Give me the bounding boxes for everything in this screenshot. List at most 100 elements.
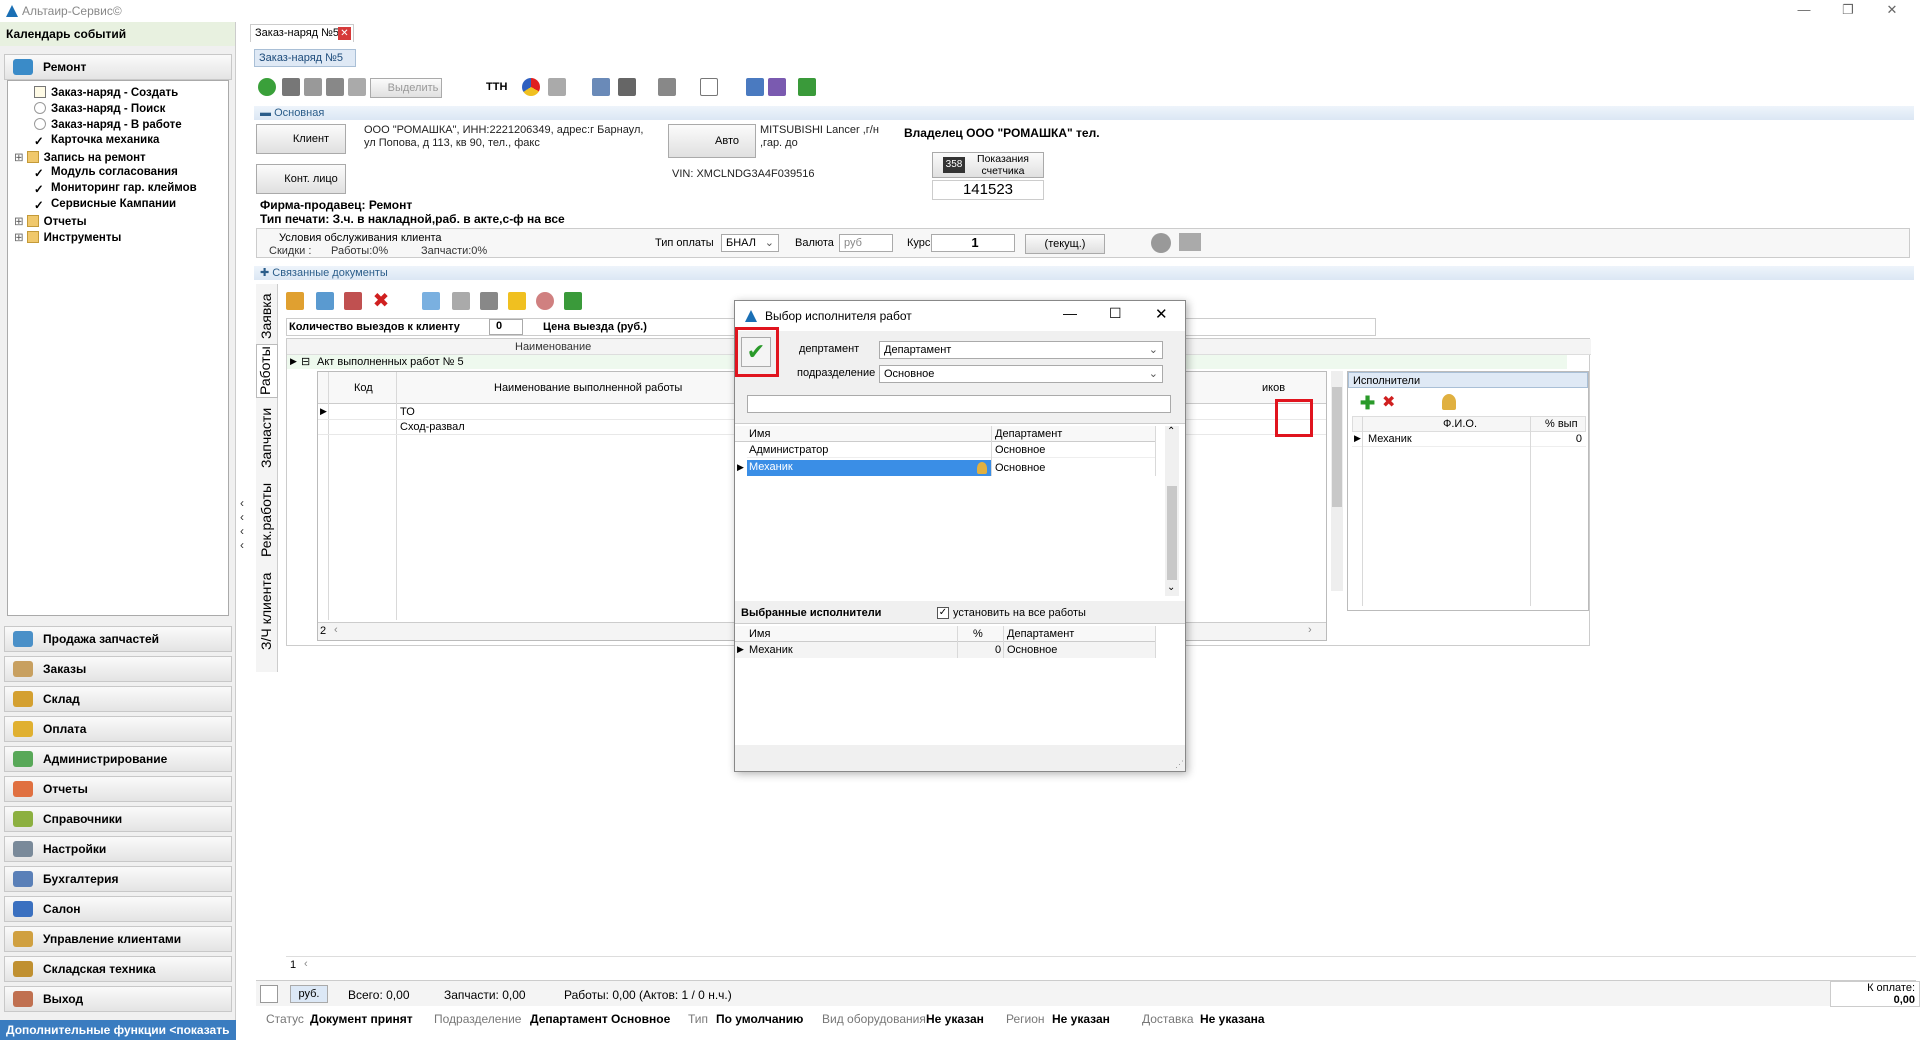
client-button[interactable]: Клиент [256, 124, 346, 154]
checkbox[interactable] [260, 985, 278, 1003]
resize-grip[interactable]: ⋰ [1175, 759, 1184, 770]
auto-button[interactable]: Авто [668, 124, 756, 158]
nav-accounting[interactable]: Бухгалтерия [4, 866, 232, 892]
vtab-request[interactable]: Заявка [258, 290, 274, 342]
tree-item-order-inwork[interactable]: Заказ-наряд - В работе [34, 118, 182, 134]
subtab-order[interactable]: Заказ-наряд №5 [254, 49, 356, 67]
col-pct[interactable]: % вып [1545, 418, 1578, 430]
dialog-close-button[interactable]: ✕ [1155, 305, 1168, 323]
add-performer-icon[interactable]: ✚ [1360, 394, 1375, 412]
col-pct[interactable]: % [973, 628, 983, 640]
nav-admin[interactable]: Администрирование [4, 746, 232, 772]
section-main[interactable]: ▬ Основная [254, 106, 1914, 120]
arrow-right-icon[interactable] [422, 292, 440, 310]
nav-warehouse[interactable]: Склад [4, 686, 232, 712]
ttn-button[interactable]: ТТН [486, 81, 507, 93]
visits-spinner[interactable]: 0 [489, 319, 523, 335]
counter-button[interactable]: 358 Показания счетчика [932, 152, 1044, 178]
scroll-left-icon[interactable]: ‹ [304, 958, 308, 970]
col-name[interactable]: Наименование [515, 341, 591, 353]
performers-tab[interactable]: Исполнители [1348, 372, 1588, 388]
transfer-icon[interactable] [326, 78, 344, 96]
tab-order[interactable]: Заказ-наряд №5 ✕ [250, 24, 354, 42]
scroll-up-icon[interactable]: ⌃ [1167, 426, 1175, 437]
vtab-works[interactable]: Работы [256, 344, 278, 398]
tree-item-tools[interactable]: ⊞ Инструменты [14, 230, 121, 246]
col-name[interactable]: Имя [749, 628, 770, 640]
currency-field[interactable]: руб [839, 234, 893, 252]
search-input[interactable] [747, 395, 1171, 413]
refresh-icon[interactable] [258, 78, 276, 96]
nav-salon[interactable]: Салон [4, 896, 232, 922]
contact-button[interactable]: Конт. лицо [256, 164, 346, 194]
folder-yellow-icon[interactable] [508, 292, 526, 310]
person-icon[interactable] [1442, 394, 1456, 410]
print-icon[interactable] [548, 78, 566, 96]
tree-item-reports[interactable]: ⊞ Отчеты [14, 214, 87, 230]
vtab-recommended[interactable]: Рек.работы [258, 478, 274, 562]
delete-x-icon[interactable]: ✖ [372, 291, 390, 311]
add-row-icon[interactable] [316, 292, 334, 310]
dialog-maximize-button[interactable]: ☐ [1109, 305, 1122, 322]
user-lock-icon[interactable] [1151, 233, 1171, 253]
dept-select[interactable]: Департамент ⌄ [879, 341, 1163, 359]
col-dept[interactable]: Департамент [995, 428, 1062, 440]
nav-clients[interactable]: Управление клиентами [4, 926, 232, 952]
col-dept[interactable]: Департамент [1007, 628, 1074, 640]
nav-orders[interactable]: Заказы [4, 656, 232, 682]
nav-payment[interactable]: Оплата [4, 716, 232, 742]
more-functions[interactable]: Дополнительные функции <показать [0, 1020, 236, 1040]
col-fio[interactable]: Ф.И.О. [1443, 418, 1477, 430]
tree-item-warranty-monitor[interactable]: ✓ Мониторинг гар. клеймов [34, 182, 197, 198]
rate-current-button[interactable]: (текущ.) [1025, 234, 1105, 254]
tree-item-order-search[interactable]: Заказ-наряд - Поиск [34, 102, 165, 118]
rate-field[interactable]: 1 [931, 234, 1015, 252]
dialog-minimize-button[interactable]: — [1063, 305, 1077, 321]
table-icon[interactable] [452, 292, 470, 310]
export-icon[interactable] [768, 78, 786, 96]
nav-settings[interactable]: Настройки [4, 836, 232, 862]
expand-icon[interactable]: ⊞ [14, 232, 24, 244]
nav-exit[interactable]: Выход [4, 986, 232, 1012]
tree-item-order-create[interactable]: Заказ-наряд - Создать [34, 86, 178, 102]
scroll-right-icon[interactable]: › [1308, 624, 1312, 636]
currency-button[interactable]: руб. [290, 985, 328, 1003]
car-wash-icon[interactable] [348, 78, 366, 96]
calendar-header[interactable]: Календарь событий [0, 22, 235, 46]
message-icon[interactable] [1179, 233, 1201, 251]
collapse-icon[interactable]: ⊟ [301, 355, 310, 368]
vertical-scrollbar[interactable] [1331, 371, 1343, 591]
tree-item-approval[interactable]: ✓ Модуль согласования [34, 166, 178, 182]
list-scrollbar[interactable]: ⌃ ⌄ [1165, 426, 1179, 596]
scroll-left-icon[interactable]: ‹ [334, 624, 338, 636]
structure-icon[interactable] [798, 78, 816, 96]
expand-icon[interactable]: ⊞ [14, 216, 24, 228]
nav-parts-sale[interactable]: Продажа запчастей [4, 626, 232, 652]
list-item[interactable]: ▶ Механик 0 Основное [735, 642, 1155, 658]
chart-icon[interactable] [746, 78, 764, 96]
vtab-parts[interactable]: Запчасти [258, 404, 274, 472]
camera-icon[interactable] [658, 78, 676, 96]
col-code[interactable]: Код [354, 382, 373, 394]
section-linked-docs[interactable]: ✚ Связанные документы [254, 266, 1914, 280]
col-other[interactable]: иков [1262, 382, 1285, 394]
remove-row-icon[interactable] [344, 292, 362, 310]
tab-close-icon[interactable]: ✕ [338, 27, 351, 40]
collapse-panel-arrows[interactable]: ‹ ‹ ‹ ‹ [236, 496, 248, 566]
mail-icon[interactable] [700, 78, 718, 96]
tree-item-booking[interactable]: ⊞ Запись на ремонт [14, 150, 146, 166]
maximize-button[interactable]: ❐ [1828, 0, 1868, 22]
grid-icon[interactable] [592, 78, 610, 96]
color-icon[interactable] [522, 78, 540, 96]
vtab-client-parts[interactable]: З/Ч клиента [258, 568, 274, 654]
table-row[interactable]: ▶ Механик 0 [1352, 432, 1586, 447]
col-name[interactable]: Имя [749, 428, 770, 440]
list-item-selected[interactable]: Механик Основное [747, 460, 1155, 476]
delete-icon[interactable] [282, 78, 300, 96]
tree-item-campaigns[interactable]: ✓ Сервисные Кампании [34, 198, 176, 214]
subdivision-select[interactable]: Основное ⌄ [879, 365, 1163, 383]
tree-icon[interactable] [286, 292, 304, 310]
scroll-down-icon[interactable]: ⌄ [1167, 582, 1175, 593]
upload-icon[interactable] [564, 292, 582, 310]
nav-reports[interactable]: Отчеты [4, 776, 232, 802]
